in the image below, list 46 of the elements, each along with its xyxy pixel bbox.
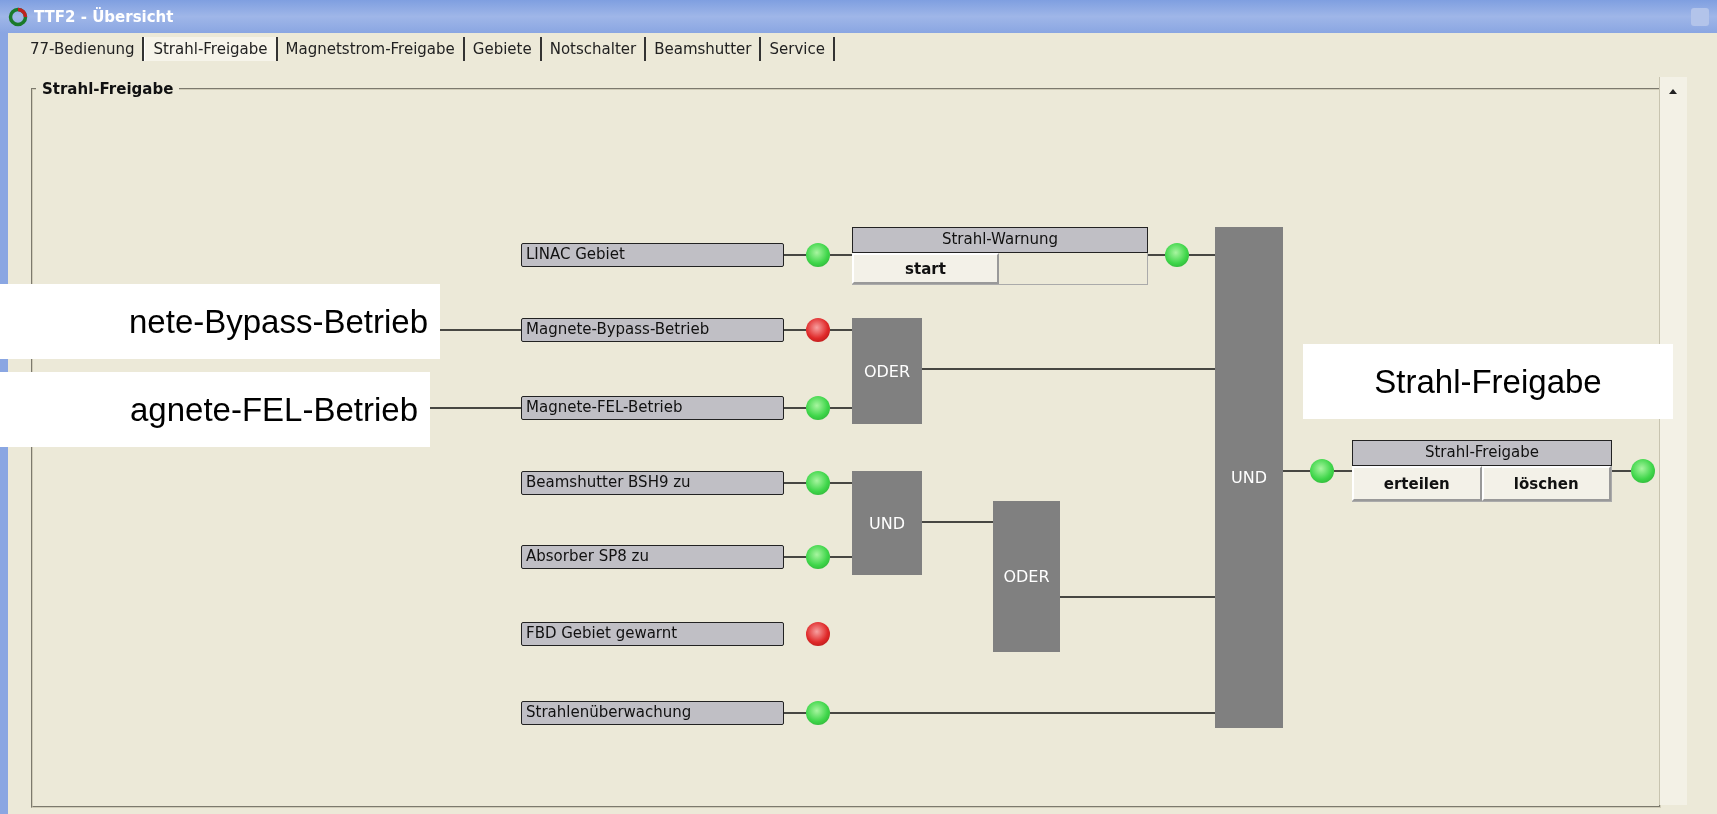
callout-label: nete-Bypass-Betrieb xyxy=(0,284,440,359)
connector-line xyxy=(1147,254,1166,256)
group-title: Strahl-Freigabe xyxy=(36,80,180,98)
connector-line xyxy=(783,254,807,256)
connector-line xyxy=(1611,470,1632,472)
connector-line xyxy=(783,556,807,558)
tab[interactable]: Magnetstrom-Freigabe xyxy=(277,37,465,61)
panel-button[interactable]: löschen xyxy=(1481,466,1611,501)
scrollbar[interactable] xyxy=(1659,77,1687,805)
connector-line xyxy=(1333,470,1353,472)
signal-label: Beamshutter BSH9 zu xyxy=(521,471,784,495)
connector-line xyxy=(829,556,853,558)
start-button[interactable]: start xyxy=(852,253,999,284)
callout-label: Strahl-Freigabe xyxy=(1303,344,1673,419)
signal-label: LINAC Gebiet xyxy=(521,243,784,267)
connector-line xyxy=(829,482,853,484)
tab[interactable]: Beamshutter xyxy=(646,37,762,61)
signal-label: Magnete-Bypass-Betrieb xyxy=(521,318,784,342)
connector-line xyxy=(829,329,853,331)
panel-button[interactable]: erteilen xyxy=(1352,466,1482,501)
ring-logo-icon xyxy=(8,6,28,27)
tab[interactable]: Service xyxy=(761,37,835,61)
connector-line xyxy=(1188,254,1216,256)
panel-title: Strahl-Warnung xyxy=(852,227,1148,253)
close-button[interactable] xyxy=(1691,7,1709,26)
panel-title: Strahl-Freigabe xyxy=(1352,440,1612,466)
connector-line xyxy=(783,407,807,409)
logic-gate: UND xyxy=(852,471,922,575)
tab[interactable]: Strahl-Freigabe xyxy=(144,37,278,61)
signal-label: Strahlenüberwachung xyxy=(521,701,784,725)
window-title: TTF2 - Übersicht xyxy=(34,7,174,26)
callout-label: agnete-FEL-Betrieb xyxy=(0,372,430,447)
connector-line xyxy=(783,482,807,484)
connector-line xyxy=(829,407,853,409)
logic-gate: ODER xyxy=(852,318,922,424)
connector-line xyxy=(783,712,807,714)
connector-line xyxy=(829,254,853,256)
logic-gate: ODER xyxy=(993,501,1060,652)
logic-gate: UND xyxy=(1215,227,1283,728)
connector-line xyxy=(783,329,807,331)
signal-label: Absorber SP8 zu xyxy=(521,545,784,569)
signal-label: FBD Gebiet gewarnt xyxy=(521,622,784,646)
signal-label: Magnete-FEL-Betrieb xyxy=(521,396,784,420)
connector-line xyxy=(1282,470,1311,472)
tab[interactable]: Gebiete xyxy=(464,37,542,61)
tab[interactable]: Notschalter xyxy=(541,37,647,61)
